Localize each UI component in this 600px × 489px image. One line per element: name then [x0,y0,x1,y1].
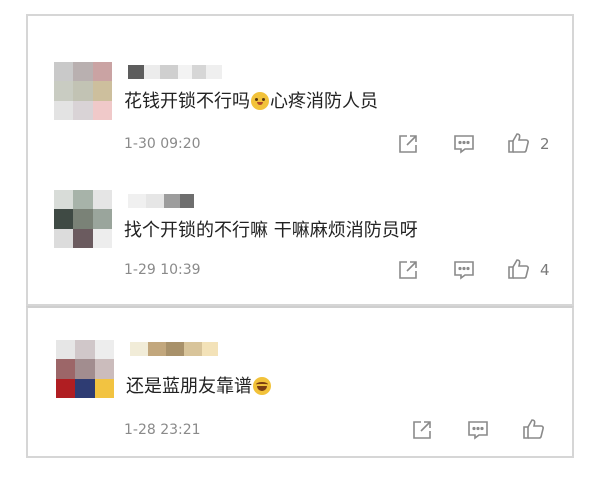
comment-panel-top [26,14,574,306]
like-count: 2 [540,135,550,153]
share-icon[interactable] [410,418,434,442]
comment-icon[interactable] [466,418,490,442]
avatar[interactable] [56,340,114,398]
username[interactable] [128,194,194,208]
thumbs-up-icon[interactable] [522,417,546,441]
comment-text-part: 找个开锁的不行嘛 干嘛麻烦消防员呀 [124,220,418,241]
comment-time: 1-30 09:20 [124,136,201,152]
thumbs-up-icon[interactable] [507,131,531,155]
share-icon[interactable] [396,258,420,282]
avatar[interactable] [54,190,112,248]
comment-text-part: 心疼消防人员 [270,91,378,112]
laughing-face-emoji-icon [253,377,271,395]
thumbs-up-icon[interactable] [507,257,531,281]
comment-text-part: 还是蓝朋友靠谱 [126,376,252,397]
comment-icon[interactable] [452,258,476,282]
comment-text: 还是蓝朋友靠谱 [126,376,272,398]
comment-time: 1-28 23:21 [124,422,201,438]
comment-time: 1-29 10:39 [124,262,201,278]
username[interactable] [130,342,218,356]
username[interactable] [128,65,222,79]
comment-icon[interactable] [452,132,476,156]
comment-text-part: 花钱开锁不行吗 [124,91,250,112]
avatar[interactable] [54,62,112,120]
comment-text: 花钱开锁不行吗 心疼消防人员 [124,91,378,113]
comment-text: 找个开锁的不行嘛 干嘛麻烦消防员呀 [124,220,418,242]
share-icon[interactable] [396,132,420,156]
like-count: 4 [540,261,550,279]
dog-face-emoji-icon [251,92,269,110]
